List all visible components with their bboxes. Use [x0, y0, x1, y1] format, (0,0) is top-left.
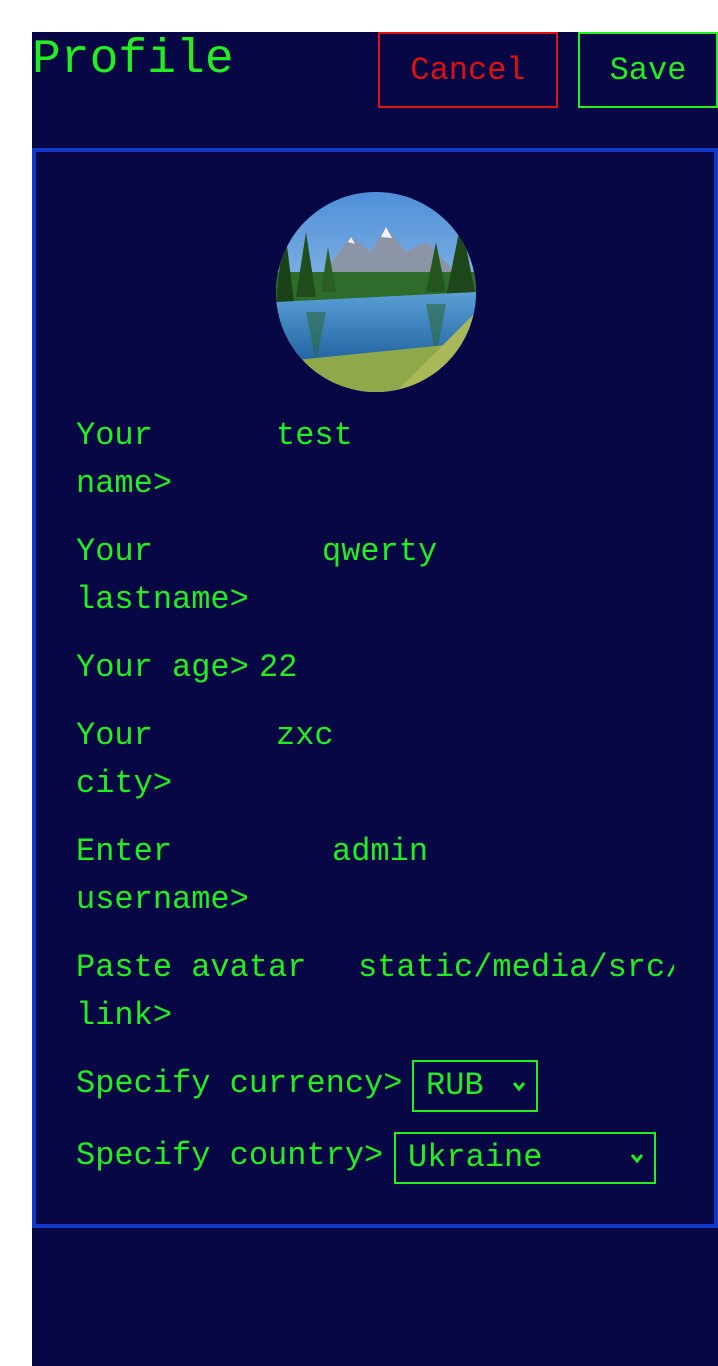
- country-selected-value: Ukraine: [408, 1139, 543, 1176]
- avatar-landscape-image: [276, 192, 476, 392]
- avatar: [276, 192, 476, 392]
- lastname-input[interactable]: qwerty: [322, 528, 437, 576]
- username-input[interactable]: admin: [332, 828, 428, 876]
- age-input[interactable]: 22: [259, 644, 297, 692]
- avatar-link-input[interactable]: static/media/src/: [358, 944, 674, 992]
- username-label: Enter username>: [76, 833, 249, 918]
- currency-row: Specify currency> RUB: [76, 1060, 676, 1116]
- avatar-link-row: Paste avatar link> static/media/src/: [76, 944, 676, 1040]
- avatar-link-label: Paste avatar link>: [76, 949, 307, 1034]
- currency-select[interactable]: RUB: [412, 1060, 538, 1112]
- age-row: Your age> 22: [76, 644, 676, 692]
- profile-card: Your name> test Your lastname> qwerty Yo…: [32, 148, 718, 1228]
- country-label: Specify country>: [76, 1137, 384, 1174]
- currency-label: Specify currency>: [76, 1065, 403, 1102]
- name-row: Your name> test: [76, 412, 676, 508]
- lastname-label: Your lastname>: [76, 533, 249, 618]
- name-input[interactable]: test: [276, 412, 353, 460]
- country-select[interactable]: Ukraine: [394, 1132, 656, 1184]
- chevron-down-icon: [512, 1082, 526, 1092]
- chevron-down-icon: [630, 1154, 644, 1164]
- name-label: Your name>: [76, 417, 173, 502]
- save-button[interactable]: Save: [578, 32, 718, 108]
- lastname-row: Your lastname> qwerty: [76, 528, 676, 624]
- cancel-button[interactable]: Cancel: [378, 32, 558, 108]
- country-row: Specify country> Ukraine: [76, 1132, 676, 1188]
- age-label: Your age>: [76, 649, 249, 686]
- currency-selected-value: RUB: [426, 1067, 484, 1104]
- username-row: Enter username> admin: [76, 828, 676, 924]
- city-row: Your city> zxc: [76, 712, 676, 808]
- city-input[interactable]: zxc: [276, 712, 334, 760]
- city-label: Your city>: [76, 717, 173, 802]
- profile-page: Profile Cancel Save Your name> test Your…: [32, 32, 718, 1366]
- page-title: Profile: [32, 33, 234, 87]
